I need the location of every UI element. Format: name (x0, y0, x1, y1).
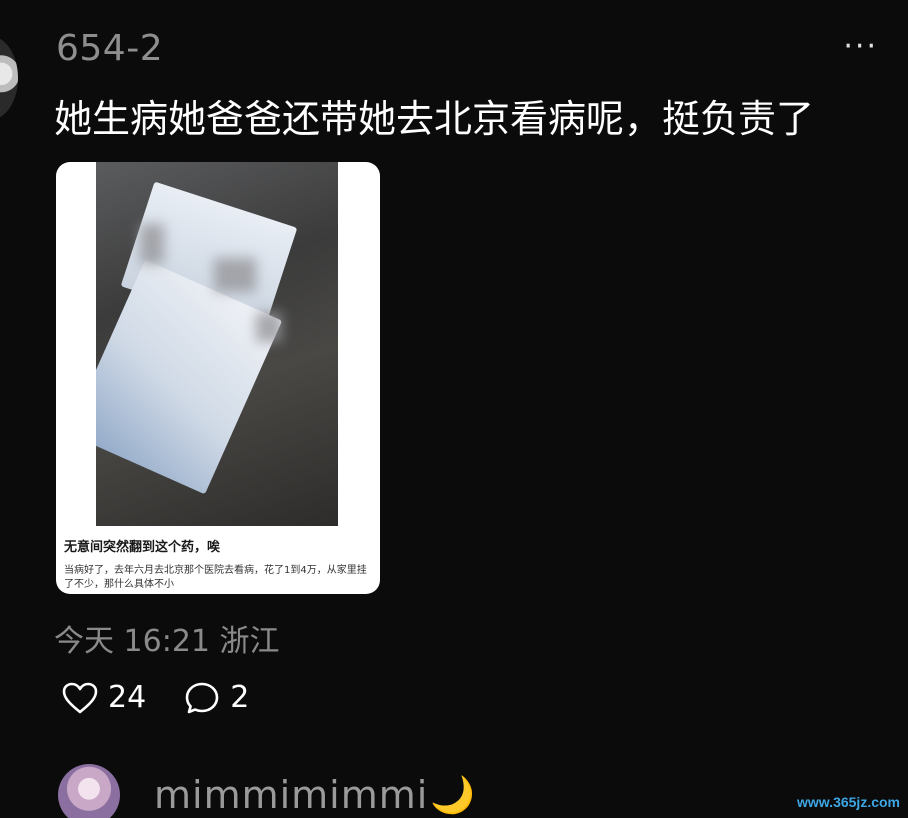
blur-mask (214, 258, 256, 292)
more-icon: ··· (843, 29, 878, 64)
reply-username[interactable]: mimmimimmi (154, 773, 428, 817)
watermark: www.365jz.com (797, 794, 900, 810)
blur-mask (256, 312, 282, 342)
heart-icon (62, 682, 98, 713)
post-actions: 24 2 (62, 680, 287, 715)
blur-mask (140, 224, 164, 264)
photo-caption-body: 当病好了，去年六月去北京那个医院去看病，花了1到4万，从家里挂了不少，那什么具体… (64, 565, 367, 590)
like-count: 24 (108, 680, 147, 715)
comment-bubble-icon (185, 682, 219, 713)
poster-avatar[interactable] (0, 36, 18, 120)
comment-count: 2 (230, 680, 250, 715)
comment-button[interactable]: 2 (184, 680, 249, 715)
photo-image (96, 162, 338, 526)
more-options-button[interactable]: ··· (843, 32, 878, 62)
like-button[interactable]: 24 (62, 680, 146, 715)
reply-item[interactable]: mimmimimmi 🌙 (58, 764, 475, 818)
reply-avatar[interactable] (58, 764, 120, 818)
post-page: 654-2 ··· 她生病她爸爸还带她去北京看病呢，挺负责了 无意间突然翻到这个… (0, 0, 908, 818)
photo-caption-title: 无意间突然翻到这个药，唉 (64, 540, 221, 555)
post-text: 她生病她爸爸还带她去北京看病呢，挺负责了 (54, 97, 815, 141)
post-meta: 今天 16:21 浙江 (54, 624, 280, 659)
moon-icon: 🌙 (430, 775, 476, 816)
poster-username[interactable]: 654-2 (56, 28, 163, 69)
post-photo[interactable]: 无意间突然翻到这个药，唉 当病好了，去年六月去北京那个医院去看病，花了1到4万，… (56, 162, 380, 594)
